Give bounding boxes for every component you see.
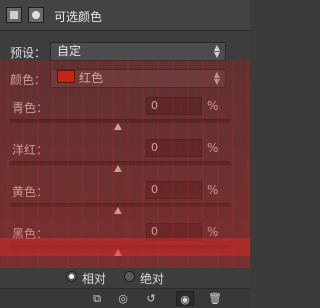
cyan-slider-thumb[interactable] bbox=[114, 123, 122, 130]
black-input[interactable]: 0 bbox=[146, 223, 202, 241]
magenta-input[interactable]: 0 bbox=[146, 139, 202, 157]
selective-color-panel: 可选颜色 预设： 自定 ▲ ▼ 颜色： 红色 ▲ ▼ 青色： 0 % 洋红： 0 %… bbox=[0, 0, 250, 308]
clip-icon[interactable]: ⧉ bbox=[88, 291, 106, 306]
trash-icon[interactable]: 🗑 bbox=[206, 291, 224, 306]
yellow-slider-thumb[interactable] bbox=[114, 207, 122, 214]
black-label: 黑色： bbox=[12, 227, 49, 241]
colors-select[interactable]: 红色 ▲ ▼ bbox=[50, 69, 226, 88]
yellow-unit: % bbox=[207, 183, 219, 197]
absolute-label: 绝对 bbox=[140, 272, 165, 286]
black-unit: % bbox=[207, 225, 219, 239]
absolute-radio[interactable] bbox=[124, 271, 135, 282]
preset-value: 自定 bbox=[57, 44, 82, 58]
colors-value: 红色 bbox=[79, 71, 104, 85]
preset-select[interactable]: 自定 ▲ ▼ bbox=[50, 42, 226, 61]
reset-icon[interactable]: ↺ bbox=[142, 291, 160, 306]
cyan-label: 青色： bbox=[12, 101, 49, 115]
magenta-label: 洋红： bbox=[12, 143, 49, 157]
select-arrows-icon: ▲ ▼ bbox=[213, 70, 220, 86]
select-arrows-icon: ▲ ▼ bbox=[213, 43, 220, 59]
relative-label: 相对 bbox=[82, 272, 107, 286]
yellow-label: 黄色： bbox=[12, 185, 49, 199]
cyan-input[interactable]: 0 bbox=[146, 97, 202, 115]
panel-header: 可选颜色 bbox=[0, 0, 250, 31]
yellow-input[interactable]: 0 bbox=[146, 181, 202, 199]
visibility-icon[interactable]: ◉ bbox=[176, 291, 194, 306]
magenta-slider-thumb[interactable] bbox=[114, 165, 122, 172]
adjustment-layer-icon[interactable] bbox=[6, 7, 22, 23]
relative-radio[interactable] bbox=[66, 271, 77, 282]
bottom-toolbar: ⧉ ◎ ↺ ◉ 🗑 bbox=[0, 288, 250, 308]
mask-icon[interactable] bbox=[28, 7, 44, 23]
preset-label: 预设： bbox=[10, 46, 47, 60]
cyan-unit: % bbox=[207, 99, 219, 113]
black-slider-thumb[interactable] bbox=[114, 249, 122, 256]
color-swatch bbox=[57, 70, 75, 83]
magenta-unit: % bbox=[207, 141, 219, 155]
view-previous-icon[interactable]: ◎ bbox=[114, 291, 132, 306]
colors-label: 颜色： bbox=[10, 73, 47, 87]
panel-title: 可选颜色 bbox=[54, 10, 103, 24]
